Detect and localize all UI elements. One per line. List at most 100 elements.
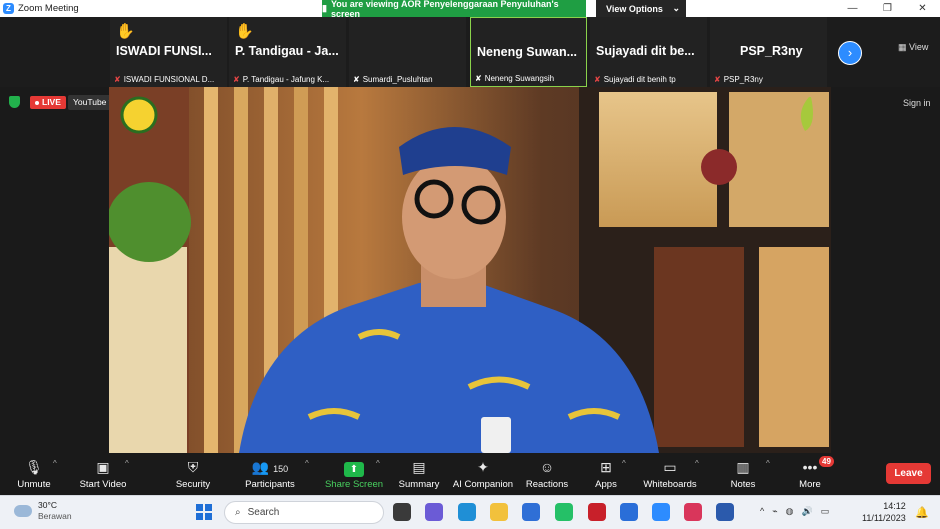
window-title: Zoom Meeting [18,3,79,14]
whiteboards-label: Whiteboards [643,479,697,490]
participant-small-name: ISWADI FUNSIONAL D... [123,75,215,84]
share-icon: ▮ [322,3,327,13]
mic-muted-icon: 🎙 [25,459,43,475]
participant-tile-active[interactable]: Neneng Suwan... ✘ Neneng Suwangsih [470,17,587,87]
youtube-label: YouTube [73,97,107,107]
edge-icon[interactable] [458,503,476,521]
battery-icon[interactable]: ▭ [821,506,830,517]
mcafee-icon[interactable] [588,503,606,521]
whiteboards-button[interactable]: ▭ Whiteboards [642,457,698,490]
clock-time: 14:12 [883,501,906,511]
participant-tile[interactable]: ✘ Sumardi_Pusluhtan [349,17,466,87]
taskbar-clock[interactable]: 14:12 11/11/2023 [862,500,906,524]
next-page-button[interactable]: › [838,41,862,65]
share-options-chevron-icon[interactable]: ^ [376,459,380,468]
apps-chevron-icon[interactable]: ^ [622,459,626,468]
lit-shelf [599,92,717,227]
chevron-down-icon: ⌄ [672,3,680,13]
view-label: View [909,42,929,52]
notes-icon: ▥ [736,459,750,475]
summary-label: Summary [398,479,440,490]
apps-button[interactable]: ⊞ Apps [588,457,624,490]
maximize-button[interactable]: ❐ [870,0,905,17]
weather-temperature: 30°C [38,500,57,510]
word-icon[interactable] [716,503,734,521]
video-options-chevron-icon[interactable]: ^ [125,459,129,468]
view-options-button[interactable]: View Options ⌄ [596,0,686,17]
start-video-label: Start Video [79,479,127,490]
tray-overflow-icon[interactable]: ^ [760,506,764,517]
participant-name-label: ✘ ISWADI FUNSIONAL D... [114,75,226,84]
participant-tile[interactable]: ✋ P. Tandigau - Ja... ✘ P. Tandigau - Jaf… [229,17,346,87]
mic-muted-icon: ✘ [475,74,482,83]
weather-widget[interactable]: 30°C Berawan [14,500,72,522]
live-badge[interactable]: LIVE [30,96,66,109]
summary-icon: ▤ [412,459,426,475]
sign-in-link[interactable]: Sign in [903,98,931,108]
shield-icon: ⛨ [187,459,199,475]
whatsapp-icon[interactable] [555,503,573,521]
mic-muted-icon: ✘ [353,75,360,84]
mic-muted-icon: ✘ [233,75,240,84]
apps-label: Apps [595,479,617,490]
store-icon[interactable] [522,503,540,521]
volume-icon[interactable]: 🔊 [802,506,813,517]
pen-icon[interactable]: ⌁ [772,506,777,517]
minimize-button[interactable]: — [835,0,870,17]
leave-button[interactable]: Leave [886,463,931,484]
unmute-button[interactable]: 🎙 Unmute [10,457,58,490]
file-explorer-icon[interactable] [490,503,508,521]
raised-hand-icon: ✋ [235,23,254,40]
security-label: Security [175,479,211,490]
mic-muted-icon: ✘ [714,75,721,84]
share-screen-button[interactable]: ⬆ Share Screen [324,457,384,490]
participant-small-name: P. Tandigau - Jafung K... [242,75,330,84]
participant-big-name: P. Tandigau - Ja... [235,44,339,58]
snipping-tool-icon[interactable] [684,503,702,521]
reactions-label: Reactions [525,479,569,490]
notes-chevron-icon[interactable]: ^ [766,459,770,468]
notes-label: Notes [730,479,756,490]
mcafee-security-icon[interactable] [620,503,638,521]
security-button[interactable]: ⛨ Security [170,457,216,490]
cloud-icon [14,505,32,517]
notification-bell-icon[interactable]: 🔔 [915,506,929,519]
ai-companion-label: AI Companion [452,479,514,490]
mic-muted-icon: ✘ [594,75,601,84]
task-view-icon[interactable] [393,503,411,521]
close-button[interactable]: ✕ [905,0,940,17]
grid-view-icon: ▦ [898,42,910,52]
participant-tile[interactable]: Sujayadi dit be... ✘ Sujayadi dit benih t… [590,17,707,87]
participant-name-label: ✘ Sujayadi dit benih tp [594,75,706,84]
participant-small-name: PSP_R3ny [723,75,763,84]
chat-icon[interactable] [425,503,443,521]
participant-tile[interactable]: ✋ ISWADI FUNSI... ✘ ISWADI FUNSIONAL D... [110,17,227,87]
participants-button[interactable]: 👥 150 Participants [240,457,300,490]
start-button[interactable] [196,504,212,520]
participant-tile[interactable]: PSP_R3ny ✘ PSP_R3ny [710,17,827,87]
notes-button[interactable]: ▥ Notes [726,457,760,490]
taskbar-search-box[interactable]: ⌕ Search [224,501,384,524]
summary-button[interactable]: ▤ Summary [396,457,442,490]
wood-slat [234,87,248,453]
vase-flowers [701,149,737,185]
search-placeholder: Search [247,507,280,518]
audio-options-chevron-icon[interactable]: ^ [53,459,57,468]
chevron-right-icon: › [847,45,853,60]
whiteboards-chevron-icon[interactable]: ^ [695,459,699,468]
participant-name-label: ✘ P. Tandigau - Jafung K... [233,75,345,84]
id-badge [481,417,511,453]
participant-small-name: Neneng Suwangsih [484,74,555,83]
window-controls: — ❐ ✕ [835,0,940,17]
reactions-button[interactable]: ☺ Reactions [524,457,570,490]
wifi-icon[interactable]: ◍ [786,506,794,517]
mic-muted-icon: ✘ [114,75,121,84]
zoom-icon[interactable] [652,503,670,521]
ai-companion-button[interactable]: ✦ AI Companion [452,457,514,490]
clock-date: 11/11/2023 [862,513,906,523]
encryption-shield-icon[interactable] [9,96,20,108]
participants-count: 150 [273,464,289,474]
view-button[interactable]: ▦ View [898,42,928,53]
participants-chevron-icon[interactable]: ^ [305,459,309,468]
brick-panel [654,247,744,447]
